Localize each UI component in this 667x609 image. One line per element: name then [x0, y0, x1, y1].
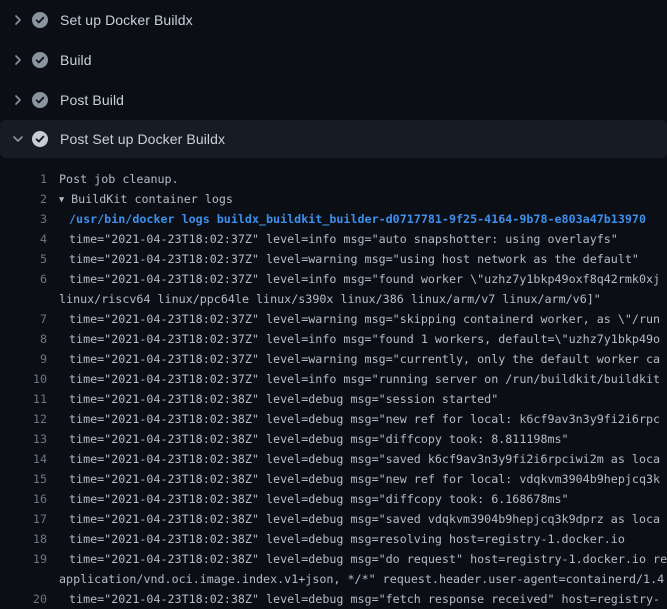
log-group-toggle[interactable]: ▼BuildKit container logs [47, 189, 233, 209]
line-number [0, 569, 47, 589]
workflow-steps-panel: Set up Docker Buildx Build Post Build Po… [0, 0, 667, 158]
line-number[interactable]: 18 [0, 529, 47, 549]
line-number[interactable]: 12 [0, 409, 47, 429]
log-container: 1Post job cleanup.2▼BuildKit container l… [0, 158, 667, 609]
log-text: time="2021-04-23T18:02:38Z" level=debug … [47, 529, 625, 549]
log-text: Post job cleanup. [47, 169, 179, 189]
log-line: 16time="2021-04-23T18:02:38Z" level=debu… [0, 489, 667, 509]
log-text: time="2021-04-23T18:02:38Z" level=debug … [47, 549, 667, 569]
log-text: time="2021-04-23T18:02:37Z" level=warnin… [47, 309, 660, 329]
step-label: Build [60, 52, 92, 68]
line-number[interactable]: 7 [0, 309, 47, 329]
log-text: time="2021-04-23T18:02:37Z" level=info m… [47, 369, 660, 389]
log-line: 11time="2021-04-23T18:02:38Z" level=debu… [0, 389, 667, 409]
line-number[interactable]: 3 [0, 209, 47, 229]
step-label: Post Set up Docker Buildx [60, 131, 225, 147]
line-number[interactable]: 8 [0, 329, 47, 349]
log-line: 13time="2021-04-23T18:02:38Z" level=debu… [0, 429, 667, 449]
check-circle-icon [32, 131, 48, 147]
log-line: 8time="2021-04-23T18:02:37Z" level=info … [0, 329, 667, 349]
log-text: time="2021-04-23T18:02:37Z" level=info m… [47, 329, 660, 349]
check-circle-icon [32, 52, 48, 68]
log-line: 6time="2021-04-23T18:02:37Z" level=info … [0, 269, 667, 289]
log-line: 5time="2021-04-23T18:02:37Z" level=warni… [0, 249, 667, 269]
log-line: 4time="2021-04-23T18:02:37Z" level=info … [0, 229, 667, 249]
log-line: 7time="2021-04-23T18:02:37Z" level=warni… [0, 309, 667, 329]
line-number[interactable]: 9 [0, 349, 47, 369]
line-number[interactable]: 20 [0, 589, 47, 609]
log-text: time="2021-04-23T18:02:37Z" level=warnin… [47, 349, 660, 369]
command-text: /usr/bin/docker logs buildx_buildkit_bui… [47, 209, 646, 229]
log-line: 14time="2021-04-23T18:02:38Z" level=debu… [0, 449, 667, 469]
log-text: time="2021-04-23T18:02:38Z" level=debug … [47, 449, 660, 469]
step-row-post-setup-docker-buildx[interactable]: Post Set up Docker Buildx [0, 120, 667, 158]
line-number[interactable]: 11 [0, 389, 47, 409]
line-number[interactable]: 6 [0, 269, 47, 289]
log-text-wrapped: linux/riscv64 linux/ppc64le linux/s390x … [47, 289, 601, 309]
log-line: 10time="2021-04-23T18:02:37Z" level=info… [0, 369, 667, 389]
step-label: Post Build [60, 92, 124, 108]
log-text: time="2021-04-23T18:02:37Z" level=info m… [47, 229, 618, 249]
log-text: time="2021-04-23T18:02:38Z" level=debug … [47, 429, 569, 449]
log-text: time="2021-04-23T18:02:38Z" level=debug … [47, 409, 660, 429]
group-expanded-icon: ▼ [59, 190, 64, 209]
line-number[interactable]: 4 [0, 229, 47, 249]
chevron-right-icon [10, 12, 32, 28]
line-number[interactable]: 1 [0, 169, 47, 189]
log-line: 19time="2021-04-23T18:02:38Z" level=debu… [0, 549, 667, 569]
log-text: time="2021-04-23T18:02:38Z" level=debug … [47, 489, 569, 509]
log-line: linux/riscv64 linux/ppc64le linux/s390x … [0, 289, 667, 309]
line-number[interactable]: 5 [0, 249, 47, 269]
log-line: application/vnd.oci.image.index.v1+json,… [0, 569, 667, 589]
log-line: 9time="2021-04-23T18:02:37Z" level=warni… [0, 349, 667, 369]
log-line: 20time="2021-04-23T18:02:38Z" level=debu… [0, 589, 667, 609]
log-line: 3/usr/bin/docker logs buildx_buildkit_bu… [0, 209, 667, 229]
chevron-right-icon [10, 52, 32, 68]
log-text: time="2021-04-23T18:02:37Z" level=warnin… [47, 249, 639, 269]
log-text: time="2021-04-23T18:02:38Z" level=debug … [47, 389, 498, 409]
line-number[interactable]: 13 [0, 429, 47, 449]
step-label: Set up Docker Buildx [60, 12, 193, 28]
line-number[interactable]: 2 [0, 189, 47, 209]
log-text: time="2021-04-23T18:02:37Z" level=info m… [47, 269, 660, 289]
line-number[interactable]: 15 [0, 469, 47, 489]
line-number[interactable]: 19 [0, 549, 47, 569]
log-text: time="2021-04-23T18:02:38Z" level=debug … [47, 589, 660, 609]
line-number[interactable]: 16 [0, 489, 47, 509]
log-line: 15time="2021-04-23T18:02:38Z" level=debu… [0, 469, 667, 489]
log-text: time="2021-04-23T18:02:38Z" level=debug … [47, 469, 660, 489]
check-circle-icon [32, 92, 48, 108]
step-row-build[interactable]: Build [0, 40, 667, 80]
log-line: 18time="2021-04-23T18:02:38Z" level=debu… [0, 529, 667, 549]
check-circle-icon [32, 12, 48, 28]
line-number[interactable]: 10 [0, 369, 47, 389]
log-line: 1Post job cleanup. [0, 169, 667, 189]
log-line: 2▼BuildKit container logs [0, 189, 667, 209]
chevron-right-icon [10, 92, 32, 108]
log-text-wrapped: application/vnd.oci.image.index.v1+json,… [47, 569, 664, 589]
step-row-setup-docker-buildx[interactable]: Set up Docker Buildx [0, 0, 667, 40]
line-number[interactable]: 14 [0, 449, 47, 469]
chevron-down-icon [10, 131, 32, 147]
line-number[interactable]: 17 [0, 509, 47, 529]
log-line: 17time="2021-04-23T18:02:38Z" level=debu… [0, 509, 667, 529]
log-line: 12time="2021-04-23T18:02:38Z" level=debu… [0, 409, 667, 429]
log-text: time="2021-04-23T18:02:38Z" level=debug … [47, 509, 660, 529]
line-number [0, 289, 47, 309]
step-row-post-build[interactable]: Post Build [0, 80, 667, 120]
